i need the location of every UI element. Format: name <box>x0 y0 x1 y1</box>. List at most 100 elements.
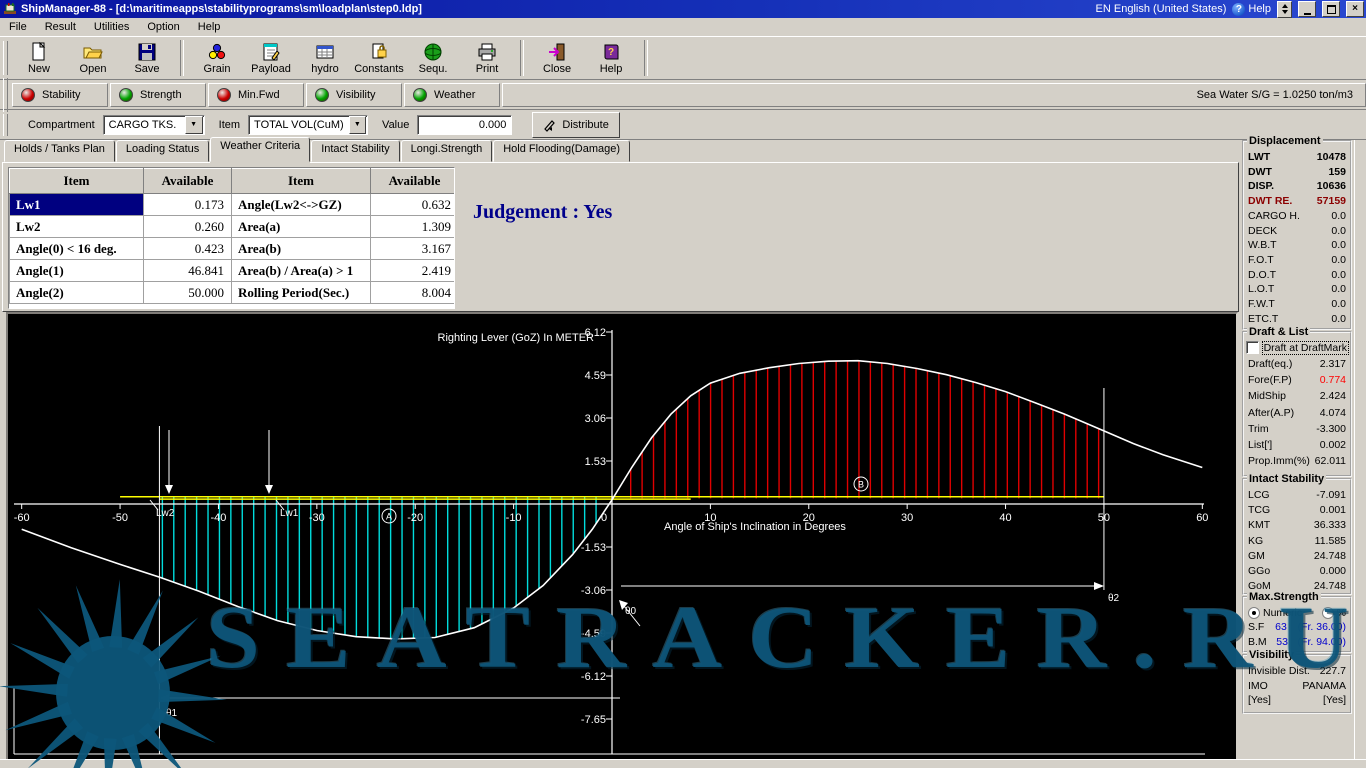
new-button[interactable]: New <box>12 38 66 78</box>
criteria-cell[interactable]: 0.260 <box>144 216 232 238</box>
toolbar-grip[interactable] <box>3 41 8 75</box>
criteria-row: Angle(1)46.841Area(b) / Area(a) > 12.419 <box>10 260 456 282</box>
titlebar-help[interactable]: ? Help <box>1232 3 1271 16</box>
menu-item-option[interactable]: Option <box>138 19 188 35</box>
displacement-row: F.W.T0.0 <box>1244 297 1350 312</box>
frame-ref: (Fr. 94.00) <box>1298 635 1346 650</box>
row-label: IMO <box>1248 679 1268 694</box>
grain-button[interactable]: Grain <box>190 38 244 78</box>
criteria-cell[interactable]: Area(a) <box>232 216 371 238</box>
criteria-cell[interactable]: Angle(0) < 16 deg. <box>10 238 144 260</box>
criteria-cell[interactable]: 0.423 <box>144 238 232 260</box>
save-button[interactable]: Save <box>120 38 174 78</box>
displacement-row: D.O.T0.0 <box>1244 268 1350 283</box>
criteria-cell[interactable]: 2.419 <box>371 260 456 282</box>
row-label: Fore(F.P) <box>1248 372 1292 388</box>
criteria-cell[interactable]: Angle(2) <box>10 282 144 304</box>
criteria-column-header[interactable]: Item <box>232 169 371 194</box>
displacement-row: CARGO H.0.0 <box>1244 209 1350 224</box>
criteria-cell[interactable]: Lw1 <box>10 194 144 216</box>
gz-curve-chart: -60-50-40-30-20-1001020304050606.124.593… <box>8 314 1236 760</box>
row-label: KMT <box>1248 518 1270 533</box>
criteria-row: Lw20.260Area(a)1.309 <box>10 216 456 238</box>
criteria-cell[interactable]: 3.167 <box>371 238 456 260</box>
main-toolbar: New OpenSave GrainPayloadhydroConstantsSeq… <box>0 36 1366 80</box>
radio-option-pct[interactable]: % <box>1322 606 1346 620</box>
menu-item-file[interactable]: File <box>0 19 36 35</box>
svg-text:θ0: θ0 <box>625 606 637 617</box>
svg-text:-6.12: -6.12 <box>581 671 606 683</box>
item-select[interactable]: TOTAL VOL(CuM) ▼ <box>248 115 368 135</box>
criteria-cell[interactable]: 1.309 <box>371 216 456 238</box>
criteria-cell[interactable]: Rolling Period(Sec.) <box>232 282 371 304</box>
print-button[interactable]: Print <box>460 38 514 78</box>
app-ship-icon <box>3 2 17 16</box>
criteria-cell[interactable]: 0.173 <box>144 194 232 216</box>
row-value: 0.0 <box>1331 224 1346 239</box>
row-value: 0.0 <box>1331 268 1346 283</box>
tab-longi-strength[interactable]: Longi.Strength <box>401 140 493 162</box>
minimize-button[interactable] <box>1298 1 1316 17</box>
value-label: Value <box>382 119 409 131</box>
language-indicator[interactable]: EN English (United States) <box>1096 3 1227 15</box>
toolbar-button-label: New <box>28 63 50 75</box>
open-button[interactable]: Open <box>66 38 120 78</box>
criteria-cell[interactable]: 50.000 <box>144 282 232 304</box>
compartment-select[interactable]: CARGO TKS. ▼ <box>103 115 205 135</box>
value-input[interactable]: 0.000 <box>417 115 512 135</box>
payload-icon <box>261 42 281 62</box>
hydro-button[interactable]: hydro <box>298 38 352 78</box>
criteria-column-header[interactable]: Available <box>144 169 232 194</box>
toolbar-grip[interactable] <box>3 78 8 112</box>
menu-bar: FileResultUtilitiesOptionHelp <box>0 18 1366 36</box>
criteria-cell[interactable]: 0.632 <box>371 194 456 216</box>
row-value: 10478 <box>1317 150 1346 165</box>
indicator-visibility[interactable]: Visibility <box>306 83 402 107</box>
close-button[interactable]: × <box>1346 1 1364 17</box>
chevron-down-icon[interactable]: ▼ <box>349 116 366 134</box>
frame-ref: (Fr. 36.00) <box>1298 620 1346 635</box>
row-label: Trim <box>1248 421 1269 437</box>
indicator-strength[interactable]: Strength <box>110 83 206 107</box>
menu-item-result[interactable]: Result <box>36 19 85 35</box>
row-value: 0.0 <box>1331 297 1346 312</box>
restore-button[interactable] <box>1322 1 1340 17</box>
distribute-button[interactable]: Distribute <box>532 112 619 138</box>
criteria-cell[interactable]: 46.841 <box>144 260 232 282</box>
criteria-cell[interactable]: Angle(Lw2<->GZ) <box>232 194 371 216</box>
stability-row: GGo0.000 <box>1244 564 1350 579</box>
constants-button[interactable]: Constants <box>352 38 406 78</box>
help-button[interactable]: ?Help <box>584 38 638 78</box>
close-button[interactable]: Close <box>530 38 584 78</box>
indicator-weather[interactable]: Weather <box>404 83 500 107</box>
toolbar-options-spinner[interactable] <box>1277 1 1292 18</box>
criteria-column-header[interactable]: Item <box>10 169 144 194</box>
tab-intact-stability[interactable]: Intact Stability <box>311 140 399 162</box>
tab-loading-status[interactable]: Loading Status <box>116 140 209 162</box>
new-file-icon <box>29 42 49 62</box>
radio-option-numeric[interactable]: Numeric <box>1248 606 1302 620</box>
criteria-cell[interactable]: Lw2 <box>10 216 144 238</box>
criteria-column-header[interactable]: Available <box>371 169 456 194</box>
svg-text:-1.53: -1.53 <box>581 542 606 554</box>
criteria-cell[interactable]: Area(b) <box>232 238 371 260</box>
close-door-icon <box>547 42 567 62</box>
payload-button[interactable]: Payload <box>244 38 298 78</box>
menu-item-utilities[interactable]: Utilities <box>85 19 138 35</box>
row-value: 227.7 <box>1320 664 1346 679</box>
criteria-cell[interactable]: Area(b) / Area(a) > 1 <box>232 260 371 282</box>
svg-text:-7.65: -7.65 <box>581 714 606 726</box>
criteria-cell[interactable]: Angle(1) <box>10 260 144 282</box>
tab-holds-tanks-plan[interactable]: Holds / Tanks Plan <box>4 140 115 162</box>
toolbar-grip[interactable] <box>3 114 8 136</box>
indicator-stability[interactable]: Stability <box>12 83 108 107</box>
draft-at-draftmark-checkbox[interactable] <box>1246 341 1259 354</box>
menu-item-help[interactable]: Help <box>189 19 230 35</box>
criteria-cell[interactable]: 8.004 <box>371 282 456 304</box>
sequ-button[interactable]: Sequ. <box>406 38 460 78</box>
chevron-down-icon[interactable]: ▼ <box>185 116 203 134</box>
panel-title: Visibility <box>1247 649 1296 661</box>
tab-hold-flooding-damage-[interactable]: Hold Flooding(Damage) <box>493 140 630 162</box>
indicator-minfwd[interactable]: Min.Fwd <box>208 83 304 107</box>
tab-weather-criteria[interactable]: Weather Criteria <box>210 137 310 162</box>
